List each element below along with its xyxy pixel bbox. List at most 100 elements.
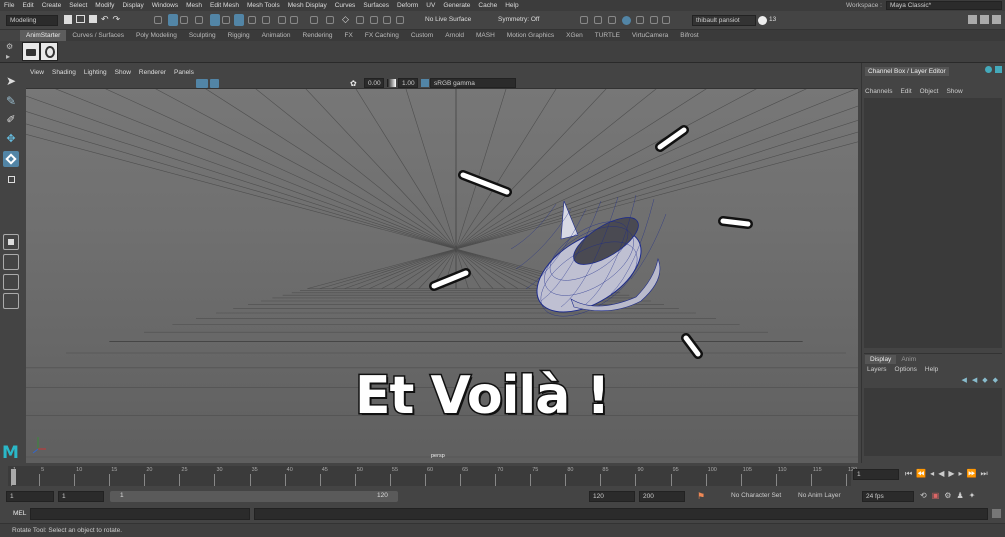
- step-forward-key-icon[interactable]: ⏩: [967, 469, 977, 479]
- tool-settings-icon[interactable]: [980, 15, 989, 24]
- status-tool-icon[interactable]: [662, 16, 670, 24]
- shelf-tab-curves-surfaces[interactable]: Curves / Surfaces: [66, 30, 130, 41]
- menu-uv[interactable]: UV: [422, 2, 439, 9]
- lasso-tool-icon[interactable]: ✎: [3, 93, 19, 109]
- layer-menu-options[interactable]: Options: [895, 366, 917, 373]
- live-surface-label[interactable]: No Live Surface: [425, 16, 471, 23]
- anim-layer-dropdown[interactable]: No Anim Layer: [788, 491, 856, 502]
- status-tool-icon[interactable]: [195, 16, 203, 24]
- status-tool-icon[interactable]: [310, 16, 318, 24]
- status-tool-icon[interactable]: [650, 16, 658, 24]
- save-scene-icon[interactable]: [89, 15, 97, 23]
- playback-end-field[interactable]: 120: [589, 491, 635, 502]
- menu-edit-mesh[interactable]: Edit Mesh: [206, 2, 243, 9]
- channel-box-toggle-icon[interactable]: [985, 66, 992, 73]
- layer-menu-help[interactable]: Help: [925, 366, 938, 373]
- menu-curves[interactable]: Curves: [331, 2, 360, 9]
- menu-file[interactable]: File: [0, 2, 18, 9]
- status-tool-icon[interactable]: [370, 16, 378, 24]
- new-scene-icon[interactable]: [64, 15, 72, 24]
- channel-menu-edit[interactable]: Edit: [900, 88, 911, 95]
- shelf-tab-animstarter[interactable]: AnimStarter: [20, 30, 67, 41]
- menu-modify[interactable]: Modify: [91, 2, 118, 9]
- current-time-marker[interactable]: [11, 469, 16, 485]
- menu-deform[interactable]: Deform: [393, 2, 422, 9]
- menu-help[interactable]: Help: [501, 2, 522, 9]
- paint-select-icon[interactable]: ✐: [3, 112, 19, 128]
- status-tool-icon[interactable]: [154, 16, 162, 24]
- layer-menu-layers[interactable]: Layers: [867, 366, 887, 373]
- character-set-dropdown[interactable]: No Character Set: [721, 491, 789, 502]
- undo-icon[interactable]: ↶: [101, 15, 109, 24]
- auto-key-icon[interactable]: ⚑: [697, 491, 705, 502]
- menu-display[interactable]: Display: [118, 2, 147, 9]
- move-tool-icon[interactable]: ✥: [3, 131, 19, 147]
- snap-curve-icon[interactable]: ◇: [342, 14, 352, 26]
- menu-cache[interactable]: Cache: [474, 2, 501, 9]
- shelf-tab-turtle[interactable]: TURTLE: [589, 30, 626, 41]
- colorspace-dropdown[interactable]: sRGB gamma: [430, 78, 516, 88]
- anim-prefs-icon[interactable]: ✦: [969, 491, 976, 500]
- status-tool-icon[interactable]: [356, 16, 364, 24]
- workspace-selector[interactable]: Workspace : Maya Classic*: [846, 1, 1002, 10]
- open-scene-icon[interactable]: [76, 15, 85, 23]
- menu-generate[interactable]: Generate: [439, 2, 474, 9]
- sound-icon[interactable]: ⚙: [944, 491, 951, 500]
- shelf-tab-fx[interactable]: FX: [339, 30, 359, 41]
- time-slider[interactable]: 1510152025303540455055606570758085909510…: [0, 463, 1005, 489]
- shelf-menu-icon[interactable]: ▸: [6, 53, 14, 61]
- shelf-tab-arnold[interactable]: Arnold: [439, 30, 470, 41]
- menu-create[interactable]: Create: [38, 2, 66, 9]
- panel-menu-view[interactable]: View: [26, 68, 48, 78]
- symmetry-label[interactable]: Symmetry: Off: [498, 16, 539, 23]
- channel-box-icon[interactable]: [992, 15, 1001, 24]
- user-account[interactable]: thibault pansiot: [692, 15, 756, 26]
- channel-menu-object[interactable]: Object: [920, 88, 939, 95]
- status-tool-icon[interactable]: [396, 16, 404, 24]
- status-tool-icon[interactable]: [636, 16, 644, 24]
- loop-icon[interactable]: ⟲: [920, 491, 927, 500]
- shelf-tab-fx-caching[interactable]: FX Caching: [359, 30, 405, 41]
- status-tool-icon[interactable]: [383, 16, 391, 24]
- shelf-tab-bifrost[interactable]: Bifrost: [674, 30, 704, 41]
- command-input[interactable]: [30, 508, 250, 520]
- channel-box-title[interactable]: Channel Box / Layer Editor: [865, 67, 949, 76]
- layer-tab-display[interactable]: Display: [865, 355, 897, 364]
- status-tool-icon[interactable]: [594, 16, 602, 24]
- fps-dropdown[interactable]: 24 fps: [862, 491, 914, 502]
- menu-mesh-tools[interactable]: Mesh Tools: [243, 2, 284, 9]
- shelf-tab-motion-graphics[interactable]: Motion Graphics: [501, 30, 560, 41]
- scene-start-field[interactable]: 1: [6, 491, 54, 502]
- shelf-tab-xgen[interactable]: XGen: [560, 30, 589, 41]
- shelf-tab-sculpting[interactable]: Sculpting: [183, 30, 222, 41]
- play-forward-icon[interactable]: ▶: [948, 469, 954, 479]
- xray-icon[interactable]: [210, 79, 219, 88]
- go-to-start-icon[interactable]: ⏮: [905, 469, 912, 479]
- go-to-end-icon[interactable]: ⏭: [980, 469, 987, 479]
- playback-start-field[interactable]: 1: [58, 491, 104, 502]
- gamma-field[interactable]: 1.00: [398, 78, 418, 88]
- layer-editor-toggle-icon[interactable]: [995, 66, 1002, 73]
- status-tool-icon[interactable]: [608, 16, 616, 24]
- move-layer-up-icon[interactable]: ◀: [961, 376, 966, 384]
- anim-starter-tool-icon[interactable]: [40, 42, 58, 61]
- shelf-tab-rendering[interactable]: Rendering: [297, 30, 339, 41]
- panel-menu-shading[interactable]: Shading: [48, 68, 80, 78]
- wireframe-on-shaded-icon[interactable]: [196, 79, 208, 88]
- snap-point-icon[interactable]: [234, 14, 244, 26]
- four-view-layout-icon[interactable]: [3, 254, 19, 270]
- select-by-object-icon[interactable]: [168, 14, 178, 26]
- attribute-editor-icon[interactable]: [968, 15, 977, 24]
- redo-icon[interactable]: ↷: [113, 15, 121, 24]
- rotate-tool-icon[interactable]: [3, 151, 19, 167]
- step-forward-frame-icon[interactable]: ▸: [959, 469, 963, 479]
- torus-mesh[interactable]: [510, 194, 667, 331]
- status-tool-icon[interactable]: [248, 16, 256, 24]
- menu-mesh-display[interactable]: Mesh Display: [284, 2, 331, 9]
- new-layer-selected-icon[interactable]: ◆: [993, 376, 998, 384]
- outliner-layout-icon[interactable]: [3, 293, 19, 309]
- select-tool-icon[interactable]: ➤: [3, 73, 19, 89]
- mode-dropdown[interactable]: Modeling: [6, 15, 58, 26]
- menu-mesh[interactable]: Mesh: [182, 2, 206, 9]
- menu-windows[interactable]: Windows: [148, 2, 182, 9]
